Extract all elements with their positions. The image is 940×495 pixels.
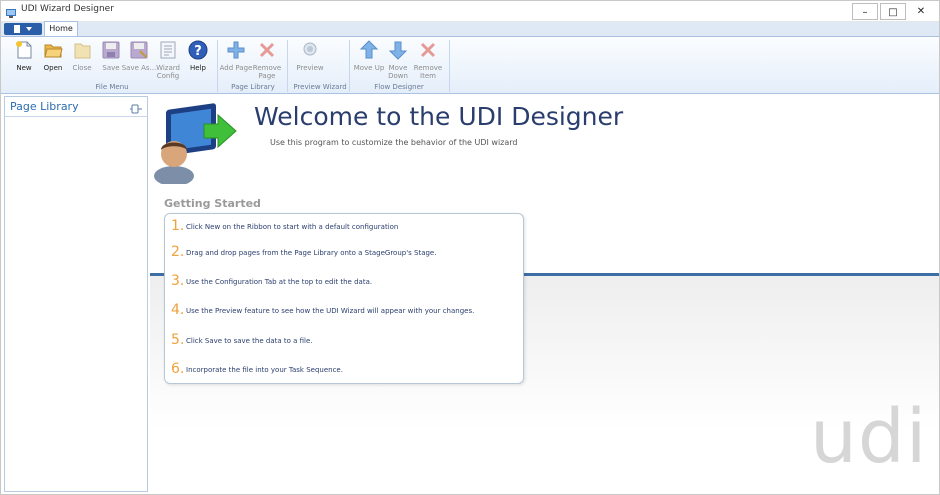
remove-item-button[interactable]: Remove Item [414,38,442,82]
open-button[interactable]: Open [39,38,67,82]
minimize-button[interactable]: – [852,3,878,20]
step-number: 5. [171,332,185,348]
step-text: Drag and drop pages from the Page Librar… [186,249,437,257]
preview-icon [300,40,320,60]
group-label-file-menu: File Menu [95,83,129,91]
ribbon-separator [449,40,450,92]
arrow-down-icon [388,40,408,60]
add-icon [226,40,246,60]
step-number: 6. [171,361,185,377]
close-button[interactable]: Close [68,38,96,82]
group-label-flow-designer: Flow Designer [374,83,424,91]
save-as-button[interactable]: Save As... [122,38,156,82]
wizard-config-button[interactable]: Wizard Config [154,38,182,82]
getting-started-list: 1. Click New on the Ribbon to start with… [164,213,524,384]
step-number: 1. [171,218,185,234]
step-text: Use the Configuration Tab at the top to … [186,278,373,286]
title-bar: UDI Wizard Designer – □ ✕ [0,0,940,22]
user-computer-icon [152,102,238,186]
group-label-preview-wizard: Preview Wizard [293,83,347,91]
wizard-config-icon [158,40,178,60]
add-page-button[interactable]: Add Page [220,38,252,82]
move-down-button[interactable]: Move Down [384,38,412,82]
ribbon-tab-row [0,22,940,37]
step-number: 2. [171,244,185,260]
arrow-up-icon [359,40,379,60]
document-icon [14,25,20,33]
application-menu-button[interactable] [4,23,42,35]
help-button[interactable]: ? Help [184,38,212,82]
close-window-button[interactable]: ✕ [908,3,934,20]
pin-icon[interactable] [129,100,143,114]
step-number: 4. [171,302,185,318]
page-library-panel: Page Library [4,96,148,492]
step-text: Incorporate the file into your Task Sequ… [186,366,343,374]
page-subtitle: Use this program to customize the behavi… [270,138,518,147]
page-library-title: Page Library [10,100,79,113]
window-title: UDI Wizard Designer [21,4,114,14]
new-document-icon [14,40,34,60]
open-folder-icon [43,40,63,60]
getting-started-heading: Getting Started [164,197,261,210]
remove-page-button[interactable]: Remove Page [253,38,281,82]
chevron-down-icon [26,27,32,31]
save-icon [101,40,121,60]
remove-item-button-label: Remove Item [413,64,443,80]
step-number: 3. [171,273,185,289]
help-button-label: Help [190,64,206,72]
save-button[interactable]: Save [97,38,125,82]
preview-button[interactable]: Preview [296,38,324,82]
preview-button-label: Preview [296,64,324,72]
remove-page-button-label: Remove Page [252,64,282,80]
app-icon [5,4,17,18]
close-folder-icon [72,40,92,60]
step-text: Click New on the Ribbon to start with a … [186,223,399,231]
welcome-panel: Welcome to the UDI Designer Use this pro… [150,96,940,495]
tab-home[interactable]: Home [44,21,78,37]
new-button[interactable]: New [10,38,38,82]
help-icon: ? [188,40,208,60]
move-up-button[interactable]: Move Up [354,38,384,82]
svg-text:?: ? [194,44,202,59]
maximize-button[interactable]: □ [880,3,906,20]
save-as-icon [129,40,149,60]
udi-watermark: udi [810,394,928,480]
group-label-page-library: Page Library [231,83,275,91]
step-text: Click Save to save the data to a file. [186,337,313,345]
ribbon-separator [287,40,288,92]
ribbon-separator [349,40,350,92]
page-library-header: Page Library [5,97,147,117]
step-text: Use the Preview feature to see how the U… [186,307,475,315]
page-title: Welcome to the UDI Designer [254,102,624,131]
remove-item-icon [418,40,438,60]
remove-icon [257,40,277,60]
